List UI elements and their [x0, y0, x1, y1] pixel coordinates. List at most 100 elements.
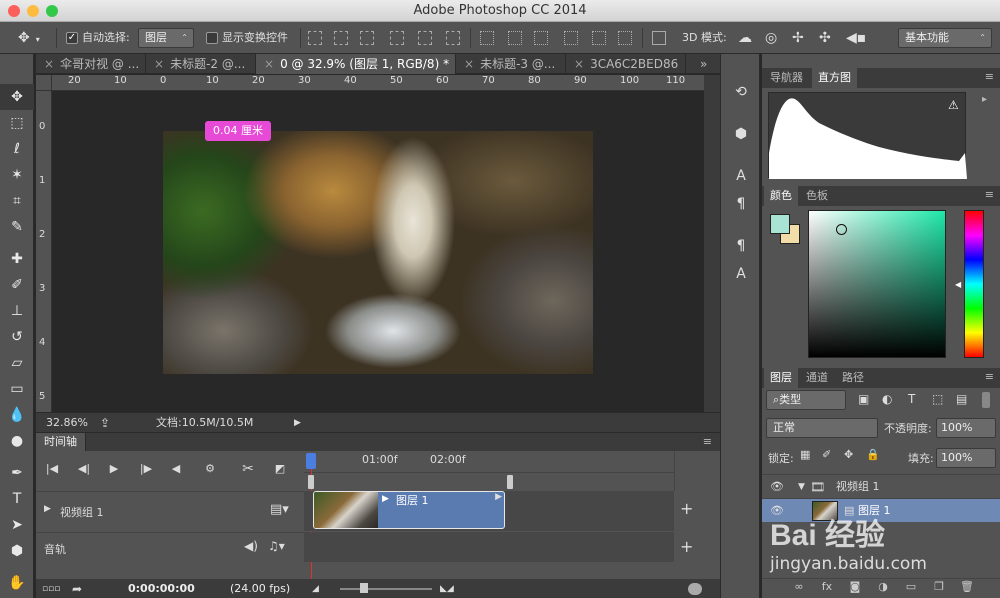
add-audio-icon[interactable]: + [680, 537, 693, 556]
doc-tab[interactable]: × 伞哥对视 @ ... [36, 54, 146, 74]
swatches-tab[interactable]: 色板 [800, 186, 834, 206]
settings-gear-icon[interactable]: ⚙ [202, 461, 218, 477]
doc-tab[interactable]: × 未标题-2 @... [146, 54, 256, 74]
render-icon[interactable]: ➦ [72, 579, 82, 598]
new-layer-icon[interactable]: ❐ [932, 580, 946, 594]
type-tool-icon[interactable]: T [0, 486, 34, 512]
move-tool-icon[interactable]: ✥ [0, 84, 34, 110]
hue-slider-thumb[interactable]: ◀ [955, 280, 961, 289]
path-selection-tool-icon[interactable]: ➤ [0, 512, 34, 538]
history-brush-tool-icon[interactable]: ↺ [0, 324, 34, 350]
share-icon[interactable]: ⇪ [100, 413, 110, 433]
blur-tool-icon[interactable]: 💧 [0, 402, 34, 428]
filter-shape-icon[interactable]: ⬚ [932, 392, 943, 406]
expand-arrow-icon[interactable]: ▶ [44, 504, 51, 514]
paths-tab[interactable]: 路径 [836, 368, 870, 388]
status-menu-arrow-icon[interactable]: ▶ [294, 413, 301, 433]
time-ruler[interactable]: 01:00f 02:00f [304, 451, 674, 473]
brush-tool-icon[interactable]: ✐ [0, 272, 34, 298]
foreground-color-swatch[interactable] [770, 214, 790, 234]
filter-adjustment-icon[interactable]: ◐ [882, 392, 892, 406]
character-style-icon[interactable]: A [731, 264, 751, 284]
play-icon[interactable]: ▶ [106, 461, 122, 477]
close-tab-icon[interactable]: × [154, 57, 164, 71]
color-tab[interactable]: 颜色 [764, 186, 798, 206]
move-tool-icon[interactable]: ✥ ▾ [18, 22, 40, 54]
more-tabs-icon[interactable]: » [696, 54, 720, 74]
audio-icon[interactable]: ◀ [168, 461, 184, 477]
show-transform-checkbox[interactable]: 显示变换控件 [206, 22, 288, 54]
lock-transparent-icon[interactable]: ▦ [800, 448, 810, 461]
histogram-tab[interactable]: 直方图 [812, 68, 857, 88]
ruler-origin[interactable] [36, 75, 52, 91]
auto-select-checkbox[interactable]: ✓ 自动选择: [66, 22, 130, 54]
align-vcenter-icon[interactable] [334, 31, 348, 45]
align-top-icon[interactable] [308, 31, 322, 45]
hue-slider[interactable] [964, 210, 984, 358]
split-scissors-icon[interactable]: ✂ [240, 461, 256, 477]
crop-tool-icon[interactable]: ⌗ [0, 188, 34, 214]
video-group-track[interactable]: ▶ 视频组 1 ▤▾ [36, 491, 304, 531]
zoom-out-icon[interactable]: ◢ [312, 579, 319, 598]
lasso-tool-icon[interactable]: ℓ [0, 136, 34, 162]
minimize-window-button[interactable] [27, 5, 39, 17]
histogram-options-icon[interactable]: ▸ [982, 94, 987, 105]
panel-menu-icon[interactable]: ≡ [985, 70, 994, 83]
color-field[interactable] [808, 210, 946, 358]
close-tab-icon[interactable]: × [44, 57, 54, 71]
distribute-right-icon[interactable] [618, 31, 632, 45]
opacity-field[interactable]: 100% [936, 418, 996, 438]
filter-toggle-switch[interactable] [982, 392, 990, 408]
lock-all-icon[interactable]: 🔒 [866, 448, 880, 461]
add-media-icon[interactable]: + [680, 499, 693, 518]
delete-layer-icon[interactable]: 🗑 [960, 580, 974, 594]
distribute-bottom-icon[interactable] [534, 31, 548, 45]
zoom-level[interactable]: 32.86% [46, 413, 88, 433]
3d-drag-icon[interactable]: ✢ [792, 22, 804, 54]
transition-icon[interactable]: ◩ [272, 461, 288, 477]
group-expand-arrow-icon[interactable]: ▼ [798, 475, 805, 499]
align-left-icon[interactable] [390, 31, 404, 45]
layers-tab[interactable]: 图层 [764, 368, 798, 388]
workspace-dropdown[interactable]: 基本功能 [898, 28, 992, 48]
zoom-slider[interactable] [340, 588, 432, 590]
auto-select-dropdown[interactable]: 图层 [138, 28, 194, 48]
prev-frame-icon[interactable]: ◀| [76, 461, 92, 477]
eyedropper-tool-icon[interactable]: ✎ [0, 214, 34, 240]
warning-icon[interactable]: ⚠ [948, 98, 959, 112]
distribute-top-icon[interactable] [480, 31, 494, 45]
distribute-vcenter-icon[interactable] [508, 31, 522, 45]
distribute-left-icon[interactable] [564, 31, 578, 45]
navigator-tab[interactable]: 导航器 [764, 68, 809, 88]
3d-scale-icon[interactable]: ◀▪ [846, 22, 866, 54]
3d-panel-icon[interactable]: ⬢ [731, 124, 751, 144]
adjustment-layer-icon[interactable]: ◑ [876, 580, 890, 594]
distribute-hcenter-icon[interactable] [592, 31, 606, 45]
channels-tab[interactable]: 通道 [800, 368, 834, 388]
work-area-start-handle[interactable] [308, 475, 314, 489]
eraser-tool-icon[interactable]: ▱ [0, 350, 34, 376]
timeline-tab[interactable]: 时间轴 [36, 433, 86, 451]
zoom-slider-thumb[interactable] [360, 583, 368, 593]
work-area-end-handle[interactable] [507, 475, 513, 489]
clip-expand-icon[interactable]: ▶ [382, 494, 389, 504]
history-panel-icon[interactable]: ⟲ [731, 82, 751, 102]
mute-audio-icon[interactable]: ◀) [244, 539, 258, 553]
panel-menu-icon[interactable]: ≡ [985, 370, 994, 383]
align-hcenter-icon[interactable] [418, 31, 432, 45]
marquee-tool-icon[interactable]: ⬚ [0, 110, 34, 136]
layer-kind-filter[interactable]: ⌕类型 [766, 390, 846, 410]
video-clip[interactable]: ▶ 图层 1 ▶ [313, 491, 505, 529]
color-picker-cursor[interactable] [836, 224, 847, 235]
zoom-in-icon[interactable]: ◣◢ [440, 579, 454, 598]
film-strip-icon[interactable]: ▤▾ [270, 502, 289, 517]
go-first-frame-icon[interactable]: |◀ [44, 461, 60, 477]
clone-stamp-tool-icon[interactable]: ⊥ [0, 298, 34, 324]
zoom-window-button[interactable] [46, 5, 58, 17]
close-tab-icon[interactable]: × [574, 57, 584, 71]
doc-tab-active[interactable]: × 0 @ 32.9% (图层 1, RGB/8) * [256, 54, 456, 74]
character-panel-icon[interactable]: A [731, 166, 751, 186]
magic-wand-tool-icon[interactable]: ✶ [0, 162, 34, 188]
close-tab-icon[interactable]: × [464, 57, 474, 71]
lock-position-icon[interactable]: ✥ [844, 448, 853, 461]
